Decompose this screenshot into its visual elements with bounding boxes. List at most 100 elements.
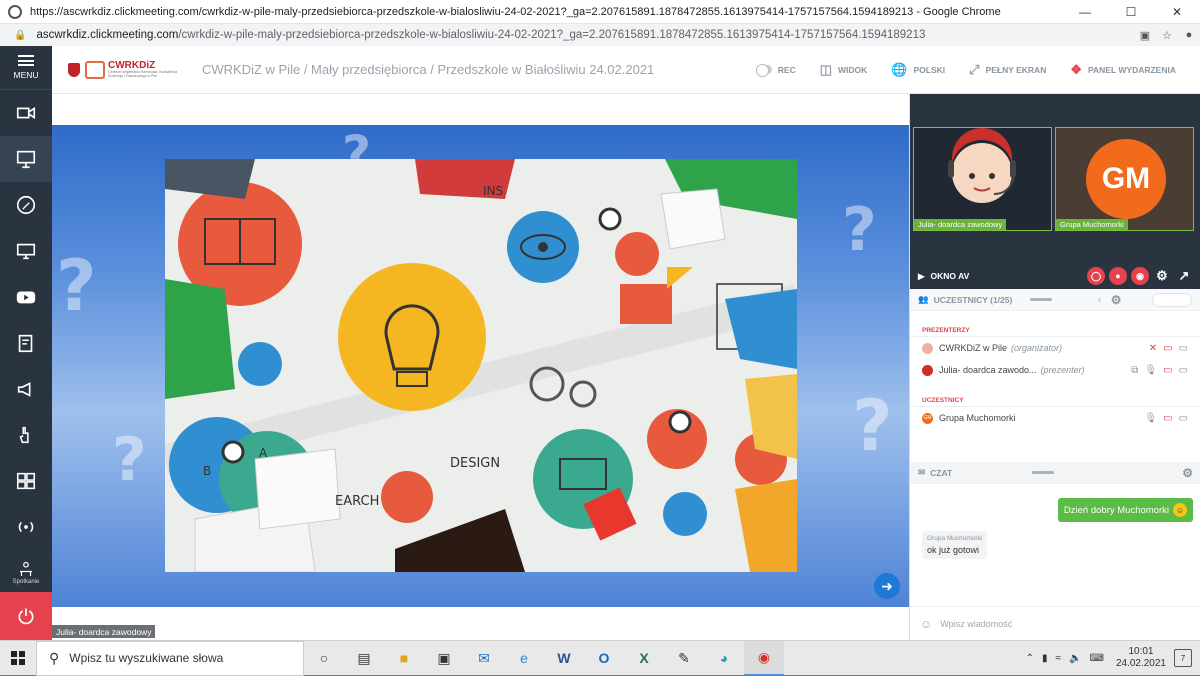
notification-count: 7	[1180, 653, 1186, 663]
minimize-button[interactable]: —	[1062, 0, 1108, 24]
slide-letter-b: B	[203, 464, 211, 478]
pencil-icon	[16, 195, 36, 215]
battery-icon[interactable]: ▮	[1042, 653, 1048, 664]
gm-avatar: GM	[922, 412, 933, 424]
edge-legacy-icon[interactable]: e	[504, 641, 544, 676]
participant-name: CWRKDiZ w Pile	[939, 343, 1008, 353]
presentation-tool-button[interactable]	[0, 136, 52, 182]
file-explorer-icon[interactable]: ■	[384, 641, 424, 676]
add-person-icon[interactable]: ♀	[1096, 295, 1102, 305]
touch-tool-button[interactable]	[0, 412, 52, 458]
broadcast-tool-button[interactable]	[0, 504, 52, 550]
grid-layout-icon	[16, 472, 36, 490]
rec-label: REC	[777, 64, 796, 75]
camera-off-button[interactable]: ◯	[1087, 267, 1105, 285]
edge-icon[interactable]: ◕	[704, 641, 744, 676]
question-mark-decoration: ?	[842, 195, 877, 265]
chrome-icon[interactable]: ◉	[744, 640, 784, 676]
youtube-tool-button[interactable]	[0, 274, 52, 320]
camera-permission-icon[interactable]: ▣	[1134, 29, 1156, 42]
video-tile-grupa[interactable]: GM Grupa Muchomorki	[1055, 127, 1194, 231]
view-layout-icon: ◫	[819, 61, 833, 77]
notifications-button[interactable]: 7	[1174, 649, 1192, 667]
microphone-icon[interactable]: 🎙	[1144, 365, 1157, 376]
maximize-button[interactable]: ☐	[1108, 0, 1154, 24]
address-bar[interactable]: 🔒 ascwrkdiz.clickmeeting.com /cwrkdiz-w-…	[0, 24, 1200, 46]
participant-row[interactable]: CWRKDiZ w Pile (organizator) ✕ ▭ ▭	[910, 337, 1200, 359]
mic-muted-icon[interactable]: ✕	[1149, 343, 1157, 354]
taskbar-search[interactable]: ⚲ Wpisz tu wyszukiwane słowa	[36, 640, 304, 676]
chrome-favicon-icon	[8, 4, 22, 19]
next-slide-button[interactable]: ➜	[874, 573, 900, 599]
participants-header[interactable]: 👥 UCZESTNICY (1/25) ♀ ⚙	[910, 289, 1200, 311]
volume-icon[interactable]: 🔈	[1069, 653, 1081, 664]
excel-icon[interactable]: X	[624, 641, 664, 676]
meeting-tool-button[interactable]: Spotkanie	[0, 550, 52, 596]
close-button[interactable]: ✕	[1154, 0, 1200, 24]
store-icon[interactable]: ▣	[424, 641, 464, 676]
menu-button[interactable]: MENU	[0, 46, 52, 90]
meeting-people-icon	[20, 561, 32, 576]
popout-window-icon[interactable]: ↗	[1175, 267, 1193, 285]
participant-row[interactable]: GM Grupa Muchomorki 🎙 ▭ ▭	[910, 407, 1200, 429]
language-button[interactable]: 🌐 POLSKI	[891, 62, 945, 78]
emoji-picker-icon[interactable]: ☺	[920, 617, 932, 631]
screen-icon[interactable]: ▭	[1179, 365, 1188, 376]
participant-row[interactable]: Julia- doardca zawodo... (prezenter) ⧉ 🎙…	[910, 359, 1200, 381]
event-panel-button[interactable]: ❖ PANEL WYDARZENIA	[1070, 62, 1176, 78]
lock-icon[interactable]: 🔒	[14, 30, 26, 41]
camera-off-icon[interactable]: ▭	[1163, 343, 1172, 354]
profile-icon[interactable]: ●	[1178, 29, 1200, 41]
cta-tool-button[interactable]	[0, 366, 52, 412]
collapse-handle[interactable]	[1032, 471, 1055, 474]
presentation-background: ? ? ? ? ? DESIGN EARCH INS A B ➜	[52, 125, 909, 607]
chevron-up-icon[interactable]: ⌃	[1026, 653, 1034, 664]
collapse-handle[interactable]	[1030, 298, 1053, 301]
camera-off-icon[interactable]: ▭	[1163, 413, 1172, 424]
camera-tool-button[interactable]	[0, 90, 52, 136]
bookmark-star-icon[interactable]: ☆	[1156, 29, 1178, 42]
cortana-icon[interactable]: ○	[304, 641, 344, 676]
screen-icon[interactable]: ▭	[1179, 413, 1188, 424]
rec-switch[interactable]	[755, 64, 772, 77]
survey-tool-button[interactable]	[0, 320, 52, 366]
keyboard-icon[interactable]: ⌨	[1090, 653, 1104, 664]
layout-tool-button[interactable]	[0, 458, 52, 504]
outlook-icon[interactable]: O	[584, 641, 624, 676]
outgoing-message: Dzień dobry Muchomorki ☺	[1057, 498, 1193, 522]
video-tile-julia[interactable]: Julia- doardca zawodowy	[913, 127, 1052, 231]
start-button[interactable]	[0, 651, 36, 665]
word-icon[interactable]: W	[544, 641, 584, 676]
chat-input[interactable]: ☺ Wpisz wiadomość	[910, 606, 1200, 640]
mic-off-button[interactable]: ●	[1109, 267, 1127, 285]
windows-taskbar: ⚲ Wpisz tu wyszukiwane słowa ○ ▤ ■ ▣ ✉ e…	[0, 640, 1200, 676]
whiteboard-tool-button[interactable]	[0, 182, 52, 228]
settings-gear-icon[interactable]: ⚙	[1153, 267, 1171, 285]
rec-toggle[interactable]: REC	[755, 64, 796, 77]
participant-status-icons: ⧉ 🎙 ▭ ▭	[1125, 365, 1188, 376]
slide-word-search: EARCH	[335, 494, 379, 509]
view-label: WIDOK	[838, 64, 868, 75]
presentation-slide: DESIGN EARCH INS A B	[165, 159, 797, 572]
screen-share-icon[interactable]: ⧉	[1131, 365, 1138, 376]
task-view-icon[interactable]: ▤	[344, 641, 384, 676]
fullscreen-button[interactable]: ⤢ PEŁNY EKRAN	[969, 62, 1046, 78]
participants-search-input[interactable]	[1152, 292, 1192, 307]
taskbar-clock[interactable]: 10:01 24.02.2021	[1116, 646, 1166, 670]
wifi-icon[interactable]: ≈	[1056, 653, 1062, 664]
settings-gear-icon[interactable]: ⚙	[1111, 293, 1122, 307]
clock-time: 10:01	[1128, 646, 1154, 657]
microphone-icon[interactable]: 🎙	[1144, 413, 1157, 424]
paint-icon[interactable]: ✎	[664, 641, 704, 676]
organizer-avatar	[922, 342, 933, 354]
chat-header[interactable]: ✉ CZAT ⚙	[910, 462, 1200, 484]
settings-gear-icon[interactable]: ⚙	[1182, 466, 1193, 480]
broadcast-icon	[18, 521, 34, 533]
view-button[interactable]: ◫ WIDOK	[820, 62, 868, 78]
screen-icon[interactable]: ▭	[1179, 343, 1188, 354]
leave-event-button[interactable]	[0, 592, 52, 640]
speaker-off-button[interactable]: ◉	[1131, 267, 1149, 285]
screen-share-button[interactable]	[0, 228, 52, 274]
mail-icon[interactable]: ✉	[464, 641, 504, 676]
camera-off-icon[interactable]: ▭	[1163, 365, 1172, 376]
